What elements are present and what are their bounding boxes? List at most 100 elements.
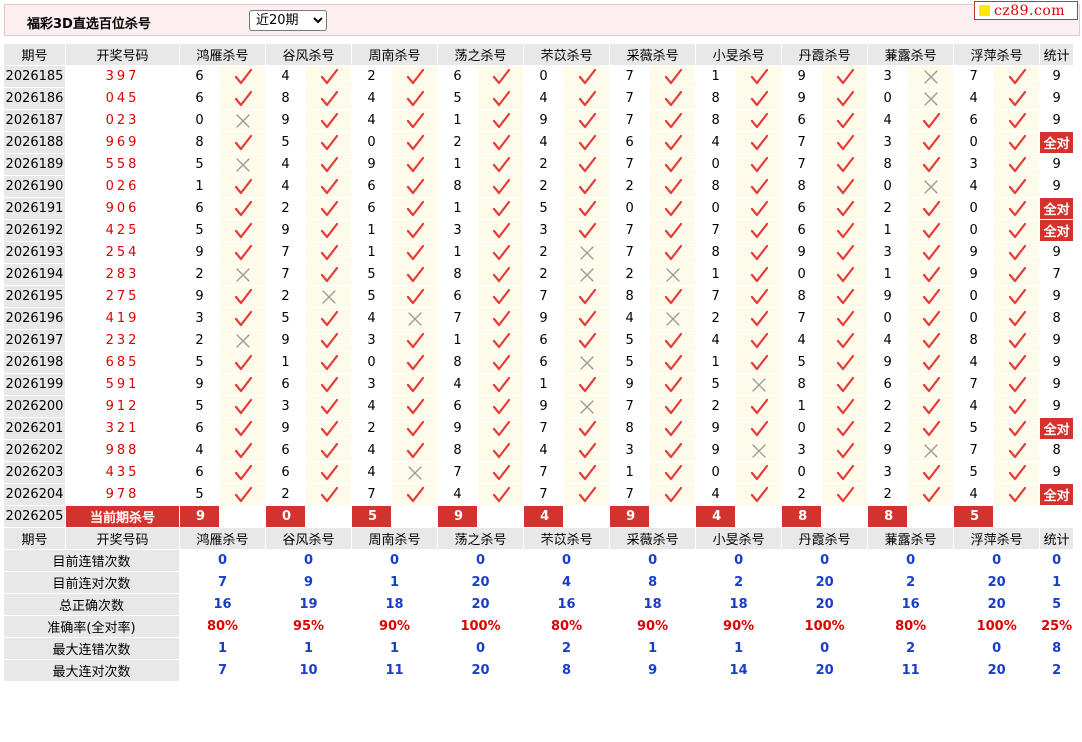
kill-number-cell: 4 (265, 65, 307, 88)
kill-number-cell: 0 (609, 197, 651, 220)
result-mark-cell (649, 351, 697, 374)
result-mark-cell (563, 219, 611, 242)
period-cell: 2026204 (3, 483, 66, 506)
result-mark-cell (391, 241, 439, 264)
summary-row: 最大连错次数 1 1 1 0 2 1 1 0 2 0 8 (3, 637, 1075, 660)
kill-number-cell: 2 (867, 417, 909, 440)
kill-number-cell: 9 (179, 285, 220, 308)
check-icon (1008, 68, 1026, 84)
kill-number-cell: 0 (695, 153, 737, 176)
result-mark-cell (305, 197, 353, 220)
period-range-select[interactable]: 近20期 (249, 10, 327, 31)
result-mark-cell (993, 263, 1041, 286)
check-icon (492, 464, 510, 480)
kill-number-cell: 7 (953, 65, 995, 88)
summary-value: 1 (178, 637, 267, 660)
result-mark-cell (649, 197, 697, 220)
result-mark-cell (477, 439, 525, 462)
kill-number-cell: 4 (523, 87, 565, 110)
summary-value: 80% (178, 615, 267, 638)
check-icon (922, 200, 940, 216)
check-icon (1008, 244, 1026, 260)
result-mark-cell (477, 483, 525, 506)
column-header: 鸿雁杀号 (178, 43, 267, 66)
kill-number-cell: 5 (351, 263, 393, 286)
check-icon (922, 222, 940, 238)
result-mark-cell (391, 65, 439, 88)
result-mark-cell (993, 373, 1041, 396)
kill-number-cell: 6 (179, 461, 220, 484)
table-row: 2026195 275 9 2 5 6 7 8 7 8 9 0 9 (3, 285, 1075, 308)
check-icon (836, 354, 854, 370)
kill-number-cell: 5 (695, 373, 737, 396)
summary-value: 4 (523, 571, 611, 594)
summary-value: 2 (867, 571, 955, 594)
result-mark-cell (391, 263, 439, 286)
kill-number-cell: 7 (523, 417, 565, 440)
kill-number-cell: 9 (609, 373, 651, 396)
cross-icon (923, 91, 938, 106)
cross-icon (751, 377, 766, 392)
result-mark-cell (305, 65, 353, 88)
result-mark-cell (305, 241, 353, 264)
kill-number-cell: 8 (953, 329, 995, 352)
summary-value: 25% (1039, 615, 1075, 638)
summary-value: 1 (351, 571, 439, 594)
result-mark-cell (218, 483, 267, 506)
result-mark-cell (391, 197, 439, 220)
kill-number-cell: 9 (695, 439, 737, 462)
check-icon (492, 200, 510, 216)
result-mark-cell (649, 329, 697, 352)
site-logo[interactable]: cz89.com (974, 1, 1078, 20)
kill-number-cell: 1 (695, 263, 737, 286)
stat-cell: 9 (1039, 351, 1075, 374)
result-mark-cell (907, 439, 955, 462)
check-icon (406, 178, 424, 194)
result-mark-cell (563, 109, 611, 132)
check-icon (234, 464, 252, 480)
kill-number-cell: 2 (523, 175, 565, 198)
check-icon (664, 486, 682, 502)
stat-cell: 全对 (1039, 197, 1075, 220)
period-cell: 2026199 (3, 373, 66, 396)
result-mark-cell (391, 153, 439, 176)
check-icon (578, 288, 596, 304)
result-mark-cell (477, 263, 525, 286)
kill-number-cell: 3 (265, 395, 307, 418)
result-mark-cell (649, 307, 697, 330)
summary-value: 0 (953, 637, 1041, 660)
summary-value: 0 (351, 549, 439, 572)
table-row: 2026204 978 5 2 7 4 7 7 4 2 2 4 全对 (3, 483, 1075, 506)
check-icon (750, 354, 768, 370)
winning-number-cell: 558 (65, 153, 180, 176)
table-row: 2026191 906 6 2 6 1 5 0 0 6 2 0 全对 (3, 197, 1075, 220)
kill-number-cell: 6 (265, 461, 307, 484)
summary-value: 9 (265, 571, 353, 594)
kill-number-cell: 6 (781, 219, 823, 242)
check-icon (836, 464, 854, 480)
result-mark-cell (993, 329, 1041, 352)
kill-number-cell: 7 (609, 483, 651, 506)
result-mark-cell (821, 87, 869, 110)
kill-number-cell: 9 (695, 417, 737, 440)
summary-value: 20 (437, 659, 525, 682)
result-mark-cell (218, 395, 267, 418)
winning-number-cell: 419 (65, 307, 180, 330)
summary-value: 90% (695, 615, 783, 638)
kill-number-cell: 6 (265, 373, 307, 396)
summary-label: 最大连对次数 (3, 659, 180, 682)
result-mark-cell (821, 109, 869, 132)
result-mark-cell (305, 285, 353, 308)
result-mark-cell (218, 351, 267, 374)
kill-number-cell: 2 (867, 197, 909, 220)
check-icon (406, 244, 424, 260)
kill-number-cell: 4 (867, 329, 909, 352)
summary-label: 准确率(全对率) (3, 615, 180, 638)
result-mark-cell (735, 483, 783, 506)
summary-row: 目前连对次数 7 9 1 20 4 8 2 20 2 20 1 (3, 571, 1075, 594)
result-mark-cell (391, 109, 439, 132)
kill-number-cell: 1 (867, 219, 909, 242)
result-mark-cell (821, 65, 869, 88)
current-kill-blank (563, 505, 611, 528)
check-icon (1008, 134, 1026, 150)
